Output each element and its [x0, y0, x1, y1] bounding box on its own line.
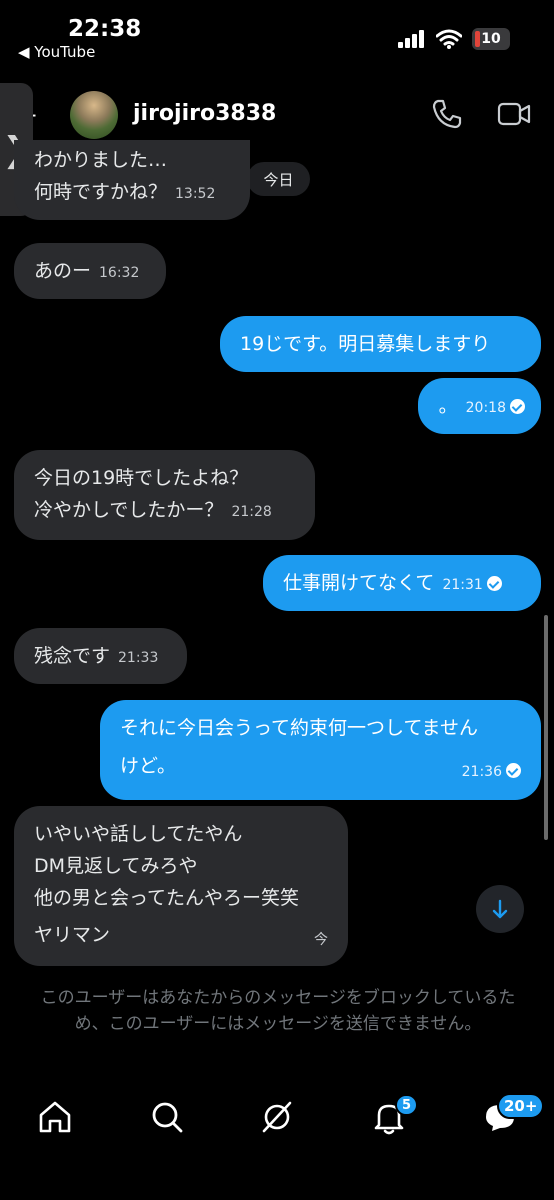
arrow-down-icon: [492, 899, 508, 919]
status-time: 22:38: [68, 16, 142, 42]
message-time: 21:33: [118, 650, 159, 666]
message-time: 21:28: [231, 504, 272, 520]
message-received[interactable]: いやいや話ししてたやん DM見返してみろや 他の男と会ってたんやろー笑笑 ヤリマ…: [14, 806, 348, 966]
message-text: 他の男と会ってたんやろー笑笑: [34, 887, 300, 909]
message-time: 今: [314, 932, 328, 948]
read-receipt-icon: [506, 763, 521, 778]
search-icon[interactable]: [147, 1097, 187, 1137]
message-received[interactable]: 今日の19時でしたよね？ 冷やかしでしたかー？ 21:28: [14, 450, 315, 540]
message-text: 残念です: [34, 645, 111, 667]
chat-scrollbar[interactable]: [544, 615, 548, 840]
message-text: けど。: [120, 755, 177, 777]
signal-icon: [398, 30, 424, 48]
video-call-icon[interactable]: [497, 100, 531, 128]
message-time: 13:52: [175, 186, 216, 202]
message-sent[interactable]: それに今日会うって約束何一つしてません けど。 21:36: [100, 700, 541, 800]
message-text: わかりました…: [34, 149, 168, 171]
message-text: いやいや話ししてたやん: [34, 823, 243, 845]
message-sent[interactable]: 19じです。明日募集しますり: [220, 316, 541, 372]
message-text: DM見返してみろや: [34, 855, 198, 877]
message-sent[interactable]: 。 20:18: [418, 378, 541, 434]
message-received[interactable]: わかりました… 何時ですかね？ 13:52: [14, 140, 250, 220]
message-time: 21:36: [461, 764, 502, 780]
message-text: 今日の19時でしたよね？: [34, 467, 249, 489]
message-time: 21:31: [442, 577, 483, 593]
battery-icon: 10: [472, 28, 510, 50]
read-receipt-icon: [486, 576, 502, 591]
message-text: それに今日会うって約束何一つしてません: [120, 717, 478, 739]
message-text: 19じです。明日募集しますり: [240, 333, 491, 355]
message-text: 。: [438, 395, 458, 417]
phone-call-icon[interactable]: [430, 97, 464, 131]
conversation-username[interactable]: jirojiro3838: [133, 101, 276, 126]
avatar[interactable]: [70, 91, 118, 139]
message-text: 何時ですかね？: [34, 181, 168, 203]
message-time: 16:32: [99, 265, 140, 281]
grok-icon[interactable]: [257, 1097, 297, 1137]
back-to-app-link[interactable]: ◀ YouTube: [18, 43, 95, 61]
message-text: 冷やかしでしたかー？: [34, 499, 224, 521]
message-text: あのー: [34, 260, 92, 282]
blocked-notice: このユーザーはあなたからのメッセージをブロックしているため、このユーザーにはメッ…: [40, 988, 516, 1034]
home-icon[interactable]: [35, 1097, 75, 1137]
date-separator: 今日: [247, 162, 310, 196]
status-indicators: 10: [398, 28, 510, 50]
notifications-badge: 5: [395, 1094, 419, 1116]
message-received[interactable]: あのー 16:32: [14, 243, 166, 299]
message-text: ヤリマン: [34, 924, 111, 946]
battery-level: 10: [481, 31, 501, 47]
wifi-icon: [436, 29, 462, 49]
messages-badge: 20+: [497, 1093, 545, 1119]
message-text: 仕事開けてなくて: [283, 572, 435, 594]
message-sent[interactable]: 仕事開けてなくて 21:31: [263, 555, 541, 611]
message-time: 20:18: [465, 400, 506, 416]
scroll-to-bottom-button[interactable]: [476, 885, 524, 933]
message-received[interactable]: 残念です 21:33: [14, 628, 187, 684]
read-receipt-icon: [510, 399, 525, 414]
